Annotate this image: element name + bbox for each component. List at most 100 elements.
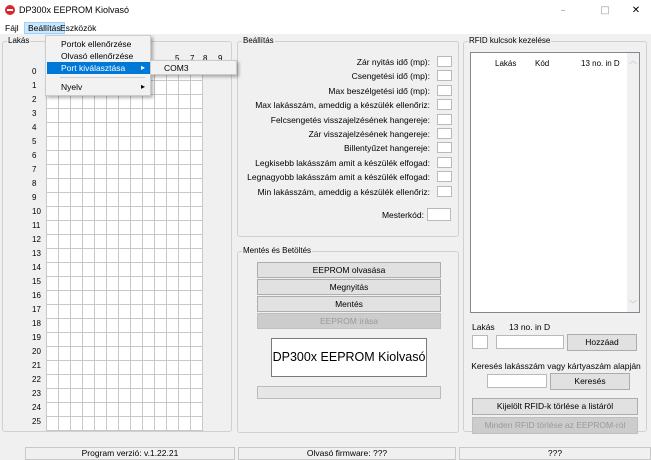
grid-cell[interactable]: [82, 346, 95, 361]
grid-cell[interactable]: [118, 206, 131, 221]
grid-cell[interactable]: [154, 402, 167, 417]
grid-cell[interactable]: [106, 276, 119, 291]
grid-cell[interactable]: [154, 374, 167, 389]
grid-cell[interactable]: [106, 318, 119, 333]
grid-cell[interactable]: [166, 360, 179, 375]
grid-cell[interactable]: [142, 122, 155, 137]
grid-cell[interactable]: [142, 150, 155, 165]
grid-cell[interactable]: [178, 164, 191, 179]
grid-cell[interactable]: [178, 388, 191, 403]
grid-cell[interactable]: [82, 122, 95, 137]
rfid-list[interactable]: Lakás Kód 13 no. in D ︿ ﹀: [470, 52, 640, 313]
grid-cell[interactable]: [166, 80, 179, 95]
grid-cell[interactable]: [82, 374, 95, 389]
grid-cell[interactable]: [106, 178, 119, 193]
grid-cell[interactable]: [82, 416, 95, 431]
grid-cell[interactable]: [142, 192, 155, 207]
grid-cell[interactable]: [178, 108, 191, 123]
grid-cell[interactable]: [154, 304, 167, 319]
grid-cell[interactable]: [190, 332, 203, 347]
grid-cell[interactable]: [178, 248, 191, 263]
grid-cell[interactable]: [70, 402, 83, 417]
grid-cell[interactable]: [178, 136, 191, 151]
grid-cell[interactable]: [70, 346, 83, 361]
grid-cell[interactable]: [166, 192, 179, 207]
write-eeprom-button[interactable]: EEPROM írása: [257, 313, 441, 329]
grid-cell[interactable]: [154, 262, 167, 277]
grid-cell[interactable]: [154, 206, 167, 221]
grid-cell[interactable]: [190, 248, 203, 263]
grid-cell[interactable]: [58, 346, 71, 361]
grid-cell[interactable]: [178, 402, 191, 417]
grid-cell[interactable]: [70, 388, 83, 403]
grid-cell[interactable]: [58, 94, 71, 109]
grid-cell[interactable]: [118, 108, 131, 123]
grid-cell[interactable]: [106, 206, 119, 221]
grid-cell[interactable]: [154, 388, 167, 403]
grid-cell[interactable]: [58, 234, 71, 249]
grid-cell[interactable]: [70, 164, 83, 179]
grid-cell[interactable]: [190, 360, 203, 375]
grid-cell[interactable]: [70, 290, 83, 305]
grid-cell[interactable]: [118, 248, 131, 263]
rfid-scrollbar[interactable]: ︿ ﹀: [627, 53, 639, 312]
grid-cell[interactable]: [142, 164, 155, 179]
grid-cell[interactable]: [46, 388, 59, 403]
grid-cell[interactable]: [58, 416, 71, 431]
grid-cell[interactable]: [154, 220, 167, 235]
grid-cell[interactable]: [178, 220, 191, 235]
grid-cell[interactable]: [178, 374, 191, 389]
menu-item-com3[interactable]: COM3: [152, 62, 236, 74]
menu-item-select-port[interactable]: Port kiválasztása: [47, 62, 150, 74]
grid-cell[interactable]: [166, 178, 179, 193]
grid-cell[interactable]: [58, 178, 71, 193]
grid-cell[interactable]: [46, 94, 59, 109]
grid-cell[interactable]: [46, 318, 59, 333]
grid-cell[interactable]: [130, 234, 143, 249]
setting-input[interactable]: [437, 142, 452, 154]
grid-cell[interactable]: [178, 332, 191, 347]
grid-cell[interactable]: [178, 178, 191, 193]
grid-cell[interactable]: [94, 122, 107, 137]
grid-cell[interactable]: [118, 416, 131, 431]
grid-cell[interactable]: [106, 374, 119, 389]
grid-cell[interactable]: [46, 262, 59, 277]
grid-cell[interactable]: [178, 304, 191, 319]
grid-cell[interactable]: [130, 94, 143, 109]
grid-cell[interactable]: [166, 108, 179, 123]
grid-cell[interactable]: [70, 262, 83, 277]
grid-cell[interactable]: [106, 248, 119, 263]
grid-cell[interactable]: [94, 262, 107, 277]
grid-cell[interactable]: [82, 206, 95, 221]
close-button[interactable]: ✕: [621, 0, 651, 22]
grid-cell[interactable]: [46, 178, 59, 193]
grid-cell[interactable]: [118, 360, 131, 375]
menu-file[interactable]: Fájl: [2, 22, 22, 34]
grid-cell[interactable]: [166, 374, 179, 389]
master-code-input[interactable]: [427, 208, 451, 221]
grid-cell[interactable]: [82, 94, 95, 109]
grid-cell[interactable]: [118, 374, 131, 389]
grid-cell[interactable]: [94, 346, 107, 361]
scroll-up-icon[interactable]: ︿: [629, 55, 637, 66]
grid-cell[interactable]: [94, 192, 107, 207]
grid-cell[interactable]: [106, 136, 119, 151]
grid-cell[interactable]: [94, 304, 107, 319]
rfid-col-13no[interactable]: 13 no. in D: [581, 59, 620, 68]
grid-cell[interactable]: [118, 150, 131, 165]
grid-cell[interactable]: [106, 402, 119, 417]
apartment-grid[interactable]: [46, 66, 203, 431]
grid-cell[interactable]: [106, 332, 119, 347]
grid-cell[interactable]: [46, 234, 59, 249]
grid-cell[interactable]: [130, 206, 143, 221]
menu-item-language[interactable]: Nyelv: [47, 81, 150, 93]
grid-cell[interactable]: [154, 192, 167, 207]
grid-cell[interactable]: [82, 164, 95, 179]
grid-cell[interactable]: [118, 402, 131, 417]
grid-cell[interactable]: [46, 332, 59, 347]
grid-cell[interactable]: [58, 332, 71, 347]
grid-cell[interactable]: [94, 206, 107, 221]
grid-cell[interactable]: [166, 346, 179, 361]
grid-cell[interactable]: [106, 346, 119, 361]
grid-cell[interactable]: [166, 402, 179, 417]
